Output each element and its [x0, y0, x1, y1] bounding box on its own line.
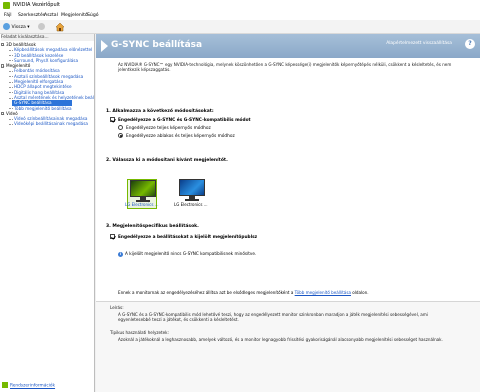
tree-category-label: Videó: [6, 110, 18, 116]
radio-checked-icon: [118, 133, 123, 138]
collapse-icon[interactable]: −: [1, 43, 5, 47]
content-panel: G-SYNC beállítása Alapértelmezett vissza…: [96, 34, 480, 392]
fullscreen-label: Engedélyezze teljes képernyős módhoz: [126, 126, 211, 131]
home-icon[interactable]: [55, 22, 65, 32]
app-window: NVIDIA Vezérlőpult Fájl Szerkesztés Aszt…: [0, 0, 480, 392]
monitor-foot: [185, 199, 199, 201]
menu-display[interactable]: Megjelenítő: [61, 11, 88, 20]
note-body: Ennek a monitornak az engedélyezéséhez á…: [118, 290, 295, 295]
display-enable-checkbox[interactable]: Engedélyezze a beállításokat a kijelölt …: [110, 234, 257, 241]
help-icon[interactable]: ?: [465, 39, 475, 49]
back-button[interactable]: Vissza ▾: [3, 23, 30, 31]
description-label: Leírás:: [110, 305, 124, 310]
system-info-label: Rendszerinformációk: [10, 383, 56, 389]
note-text: Ennek a monitornak az engedélyezéséhez á…: [118, 290, 418, 296]
back-label: Vissza: [11, 25, 26, 30]
display-enable-label: Engedélyezze a beállításokat a kijelölt …: [118, 235, 258, 240]
chevron-down-icon: ▾: [27, 25, 30, 30]
task-panel-label: Feladat kiválasztása...: [1, 34, 94, 41]
page-header: G-SYNC beállítása Alapértelmezett vissza…: [96, 34, 480, 58]
usage-label: Tipikus használati helyzetek:: [110, 330, 169, 335]
back-arrow-icon: [3, 23, 10, 30]
monitor-screen-icon: [179, 179, 205, 196]
fullscreen-radio[interactable]: Engedélyezze teljes képernyős módhoz: [118, 125, 211, 132]
section-2-title: 2. Válassza ki a módosítani kívánt megje…: [106, 158, 228, 163]
forward-button[interactable]: [38, 23, 45, 31]
tree-category-label: 3D beállítások: [6, 42, 36, 47]
usage-text: Azoknál a játékoknál a leghasznosabb, am…: [118, 337, 443, 342]
section-3-title: 3. Megjelenítőspecifikus beállítások.: [106, 224, 199, 229]
menu-desktop[interactable]: Asztal: [44, 11, 58, 20]
windowed-label: Engedélyezze ablakos és teljes képernyős…: [126, 134, 235, 139]
collapse-icon[interactable]: −: [1, 64, 5, 68]
monitor-screen-icon: [130, 180, 156, 197]
system-info-icon: [2, 382, 8, 388]
menu-bar: Fájl Szerkesztés Asztal Megjelenítő Súgó: [0, 11, 480, 20]
info-message: iA kijelölt megjelenítő nincs G-SYNC kom…: [118, 251, 256, 257]
description-text: A G-SYNC és a G-SYNC-kompatibilis mód le…: [118, 312, 428, 323]
task-tree: −3D beállítások Képbeállítások megadása e…: [0, 42, 94, 127]
note-tail: oldalon.: [350, 290, 369, 295]
window-title: NVIDIA Vezérlőpult: [13, 2, 60, 8]
section-1-title: 1. Alkalmazza a következő módosításokat:: [106, 109, 214, 114]
intro-text: Az NVIDIA® G-SYNC™ egy NVIDIA-technológi…: [118, 62, 452, 72]
monitor-2-label: LG Electronics ...: [174, 202, 208, 207]
tree-item[interactable]: Videóképi beállításainak megadása: [0, 121, 94, 126]
info-icon: i: [118, 252, 123, 257]
toolbar: Vissza ▾: [0, 20, 480, 34]
menu-edit[interactable]: Szerkesztés: [18, 11, 45, 20]
header-arrow-icon: [101, 40, 108, 52]
radio-unchecked-icon: [118, 125, 123, 130]
windowed-radio[interactable]: Engedélyezze ablakos és teljes képernyős…: [118, 133, 235, 140]
multi-display-link[interactable]: Több megjelenítő beállítása: [295, 290, 351, 295]
gsync-enable-label: Engedélyezze a G-SYNC és G-SYNC-kompatib…: [118, 118, 251, 123]
info-text: A kijelölt megjelenítő nincs G-SYNC komp…: [125, 251, 257, 256]
gsync-enable-checkbox[interactable]: Engedélyezze a G-SYNC és G-SYNC-kompatib…: [110, 117, 251, 124]
system-info-link[interactable]: Rendszerinformációk: [2, 382, 55, 390]
menu-help[interactable]: Súgó: [87, 11, 99, 20]
forward-arrow-icon: [38, 23, 45, 30]
page-title: G-SYNC beállítása: [111, 40, 203, 50]
checkbox-checked-icon: [110, 234, 115, 239]
task-panel: Feladat kiválasztása... −3D beállítások K…: [0, 34, 95, 392]
restore-defaults-link[interactable]: Alapértelmezett visszaállítása: [386, 41, 452, 46]
menu-file[interactable]: Fájl: [4, 11, 12, 20]
nvidia-logo-icon: [3, 2, 10, 9]
tree-category-label: Megjelenítő: [6, 63, 31, 69]
title-bar: NVIDIA Vezérlőpult: [0, 0, 480, 11]
checkbox-checked-icon: [110, 117, 115, 122]
collapse-icon[interactable]: −: [1, 111, 5, 116]
monitor-1-label: LG Electronics ...: [125, 202, 159, 207]
